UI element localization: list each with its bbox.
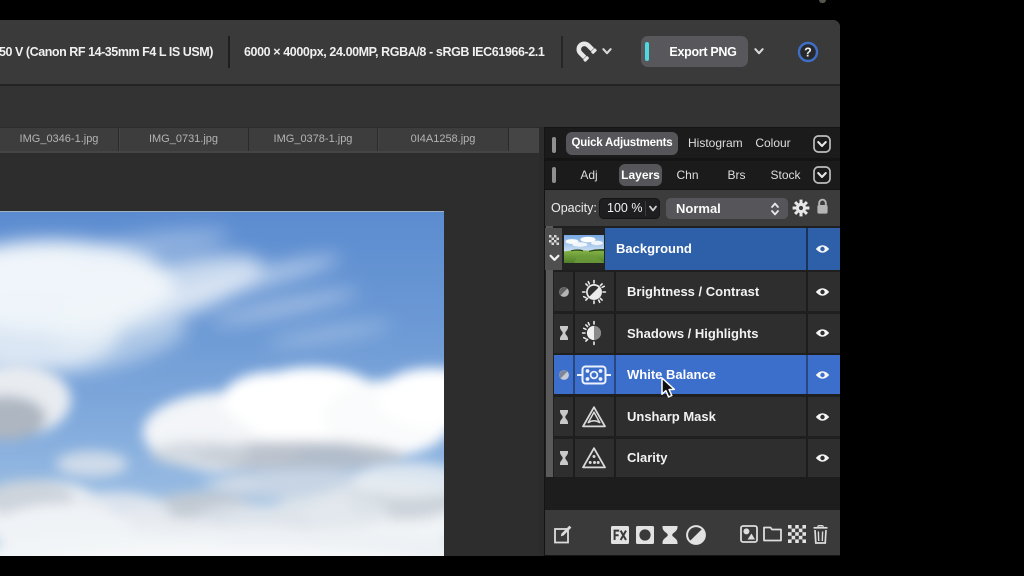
svg-text:?: ? <box>804 46 812 60</box>
